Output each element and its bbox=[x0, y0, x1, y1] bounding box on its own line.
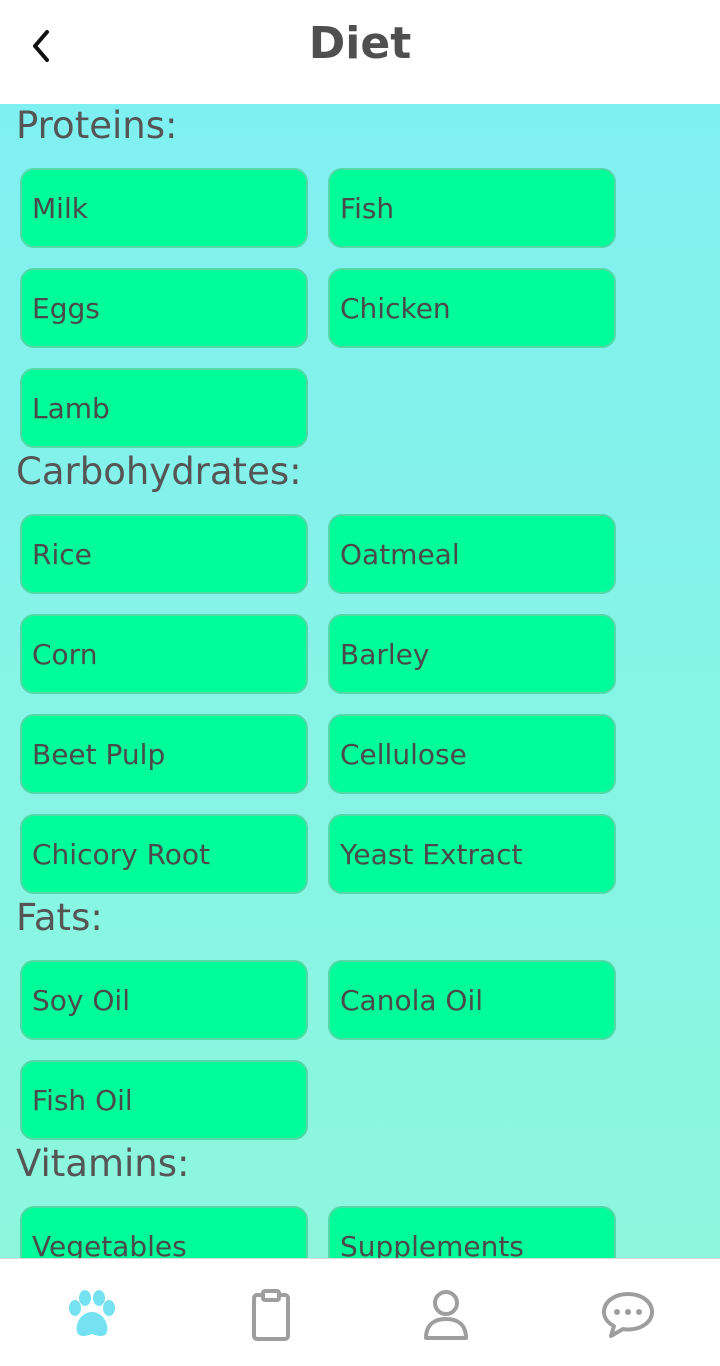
section-grid-proteins: Milk Fish Eggs Chicken Lamb bbox=[16, 168, 720, 448]
food-chip-beet-pulp[interactable]: Beet Pulp bbox=[20, 714, 308, 794]
food-chip-lamb[interactable]: Lamb bbox=[20, 368, 308, 448]
diet-content[interactable]: Proteins: Milk Fish Eggs Chicken Lamb Carbohyd… bbox=[0, 104, 720, 1258]
tab-pets[interactable] bbox=[62, 1285, 122, 1345]
tab-profile[interactable] bbox=[416, 1285, 476, 1345]
tab-records[interactable] bbox=[241, 1285, 301, 1345]
section-title-carbohydrates: Carbohydrates: bbox=[16, 450, 302, 493]
section-grid-vitamins: Vegetables Supplements bbox=[16, 1206, 720, 1258]
food-chip-barley[interactable]: Barley bbox=[328, 614, 616, 694]
food-chip-oatmeal[interactable]: Oatmeal bbox=[328, 514, 616, 594]
header-bar: Diet bbox=[0, 0, 720, 104]
food-chip-eggs[interactable]: Eggs bbox=[20, 268, 308, 348]
tab-bar bbox=[0, 1258, 720, 1366]
section-grid-fats: Soy Oil Canola Oil Fish Oil bbox=[16, 960, 720, 1140]
food-chip-chicken[interactable]: Chicken bbox=[328, 268, 616, 348]
food-chip-yeast-extract[interactable]: Yeast Extract bbox=[328, 814, 616, 894]
food-chip-supplements[interactable]: Supplements bbox=[328, 1206, 616, 1258]
section-title-fats: Fats: bbox=[16, 896, 103, 939]
section-title-vitamins: Vitamins: bbox=[16, 1142, 190, 1185]
chat-icon bbox=[602, 1292, 654, 1338]
food-chip-fish-oil[interactable]: Fish Oil bbox=[20, 1060, 308, 1140]
food-chip-rice[interactable]: Rice bbox=[20, 514, 308, 594]
food-chip-milk[interactable]: Milk bbox=[20, 168, 308, 248]
section-title-proteins: Proteins: bbox=[16, 104, 178, 147]
food-chip-fish[interactable]: Fish bbox=[328, 168, 616, 248]
paw-icon bbox=[69, 1290, 115, 1336]
food-chip-vegetables[interactable]: Vegetables bbox=[20, 1206, 308, 1258]
food-chip-cellulose[interactable]: Cellulose bbox=[328, 714, 616, 794]
tab-messages[interactable] bbox=[598, 1285, 658, 1345]
profile-icon bbox=[424, 1290, 468, 1340]
food-chip-corn[interactable]: Corn bbox=[20, 614, 308, 694]
food-chip-soy-oil[interactable]: Soy Oil bbox=[20, 960, 308, 1040]
page-title: Diet bbox=[308, 18, 412, 69]
clipboard-icon bbox=[252, 1289, 290, 1341]
food-chip-canola-oil[interactable]: Canola Oil bbox=[328, 960, 616, 1040]
section-grid-carbohydrates: Rice Oatmeal Corn Barley Beet Pulp Cellulose C… bbox=[16, 514, 720, 894]
food-chip-chicory-root[interactable]: Chicory Root bbox=[20, 814, 308, 894]
